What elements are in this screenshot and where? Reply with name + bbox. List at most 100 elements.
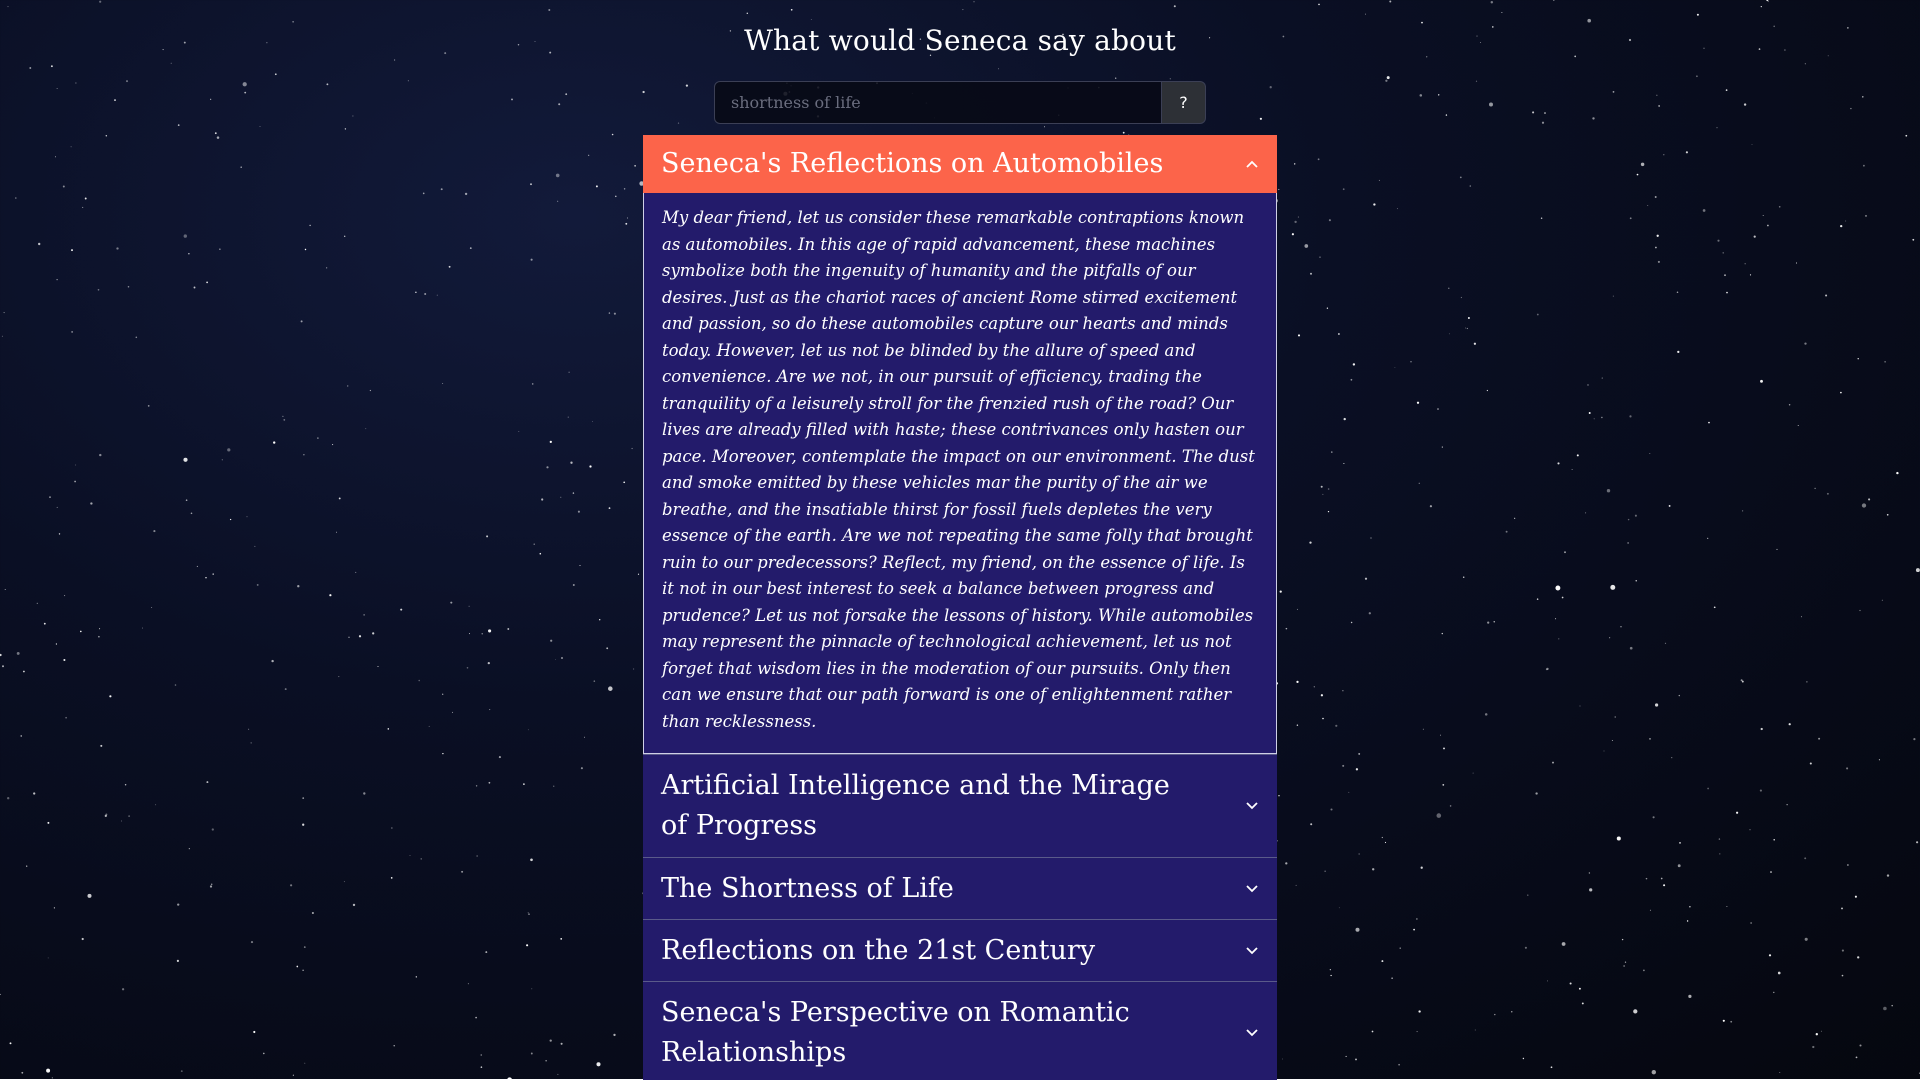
- star: [489, 709, 491, 711]
- star: [98, 635, 100, 638]
- star: [190, 512, 193, 515]
- star: [1736, 811, 1739, 814]
- star: [304, 248, 307, 251]
- star: [1881, 599, 1883, 601]
- star: [962, 9, 964, 11]
- star: [1436, 813, 1442, 818]
- star: [142, 627, 144, 629]
- star: [1310, 272, 1312, 275]
- star: [487, 661, 490, 665]
- star: [1629, 415, 1632, 418]
- star: [1545, 668, 1548, 671]
- star: [1677, 350, 1680, 354]
- star: [1420, 866, 1423, 869]
- star: [1730, 1020, 1733, 1023]
- star: [1310, 823, 1313, 826]
- star: [415, 291, 417, 294]
- star: [1588, 412, 1591, 414]
- star: [1342, 188, 1345, 191]
- star: [1581, 1002, 1584, 1005]
- star: [442, 693, 444, 695]
- star: [22, 670, 25, 673]
- accordion-header-artificial-intelligence[interactable]: Artificial Intelligence and the Mirage o…: [643, 755, 1277, 857]
- star: [549, 440, 552, 444]
- star: [507, 628, 510, 630]
- star: [196, 565, 198, 567]
- star: [1576, 454, 1579, 457]
- star: [33, 792, 36, 795]
- star: [1484, 713, 1488, 716]
- star: [407, 80, 409, 82]
- star: [1915, 568, 1920, 573]
- star: [99, 0, 102, 3]
- star: [1663, 884, 1666, 887]
- star: [1259, 117, 1262, 120]
- star: [1776, 548, 1778, 550]
- star: [1629, 217, 1632, 220]
- star: [183, 234, 187, 238]
- star: [998, 68, 1000, 70]
- star: [1342, 690, 1344, 692]
- accordion-header-automobiles[interactable]: Seneca's Reflections on Automobiles: [643, 135, 1277, 193]
- star: [1418, 482, 1420, 484]
- star: [1891, 1004, 1893, 1007]
- star: [1169, 78, 1171, 80]
- star: [1749, 274, 1752, 276]
- star: [2, 665, 4, 668]
- star: [1317, 158, 1320, 161]
- star: [428, 725, 430, 727]
- accordion-header-romantic-relationships[interactable]: Seneca's Perspective on Romantic Relatio…: [643, 982, 1277, 1080]
- star: [284, 688, 287, 691]
- star: [579, 565, 581, 566]
- star: [1686, 920, 1689, 922]
- star: [176, 959, 179, 963]
- star: [1797, 425, 1799, 426]
- accordion-header-shortness-of-life[interactable]: The Shortness of Life: [643, 858, 1277, 919]
- star: [188, 253, 190, 255]
- star: [1467, 317, 1470, 319]
- star: [3, 312, 5, 314]
- star: [1868, 498, 1871, 501]
- star: [206, 781, 209, 784]
- ask-button[interactable]: ?: [1162, 81, 1206, 124]
- star: [539, 552, 542, 555]
- star: [1656, 234, 1659, 237]
- star: [1913, 738, 1916, 741]
- star: [440, 188, 443, 191]
- star: [1592, 117, 1595, 120]
- star: [424, 292, 427, 296]
- star: [211, 828, 214, 831]
- star: [1768, 954, 1772, 957]
- star: [1373, 203, 1376, 206]
- star: [1462, 576, 1465, 578]
- star: [309, 224, 311, 227]
- star: [1472, 772, 1474, 774]
- star: [1296, 680, 1299, 684]
- star: [1295, 884, 1297, 886]
- accordion-header-21st-century[interactable]: Reflections on the 21st Century: [643, 920, 1277, 981]
- star: [1490, 1, 1494, 4]
- star: [1561, 942, 1566, 946]
- star: [560, 496, 562, 498]
- star: [1741, 680, 1744, 683]
- star: [1624, 961, 1627, 963]
- star: [1847, 864, 1849, 866]
- star: [65, 716, 67, 719]
- star: [606, 647, 609, 650]
- star: [358, 635, 362, 638]
- star: [1364, 577, 1368, 580]
- star: [1474, 1029, 1476, 1031]
- search-input[interactable]: [714, 81, 1162, 124]
- star: [1762, 214, 1764, 217]
- star: [400, 608, 403, 611]
- star: [1487, 621, 1490, 624]
- star: [1826, 492, 1829, 495]
- star: [1800, 616, 1803, 618]
- star: [1544, 112, 1546, 114]
- chevron-down-icon: [1245, 799, 1259, 813]
- star: [394, 59, 396, 61]
- star: [1282, 1058, 1283, 1060]
- star: [206, 281, 208, 284]
- star: [558, 103, 561, 106]
- star: [1614, 716, 1616, 718]
